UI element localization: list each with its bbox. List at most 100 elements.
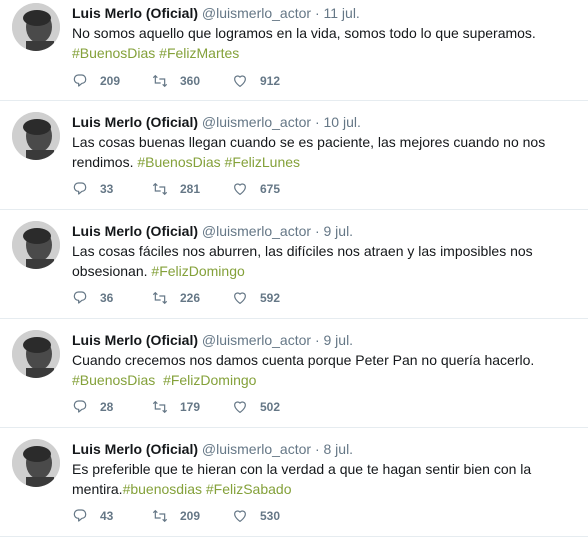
heart-icon [234,183,246,195]
tweet-item[interactable]: Luis Merlo (Oficial) @luismerlo_actor · … [0,101,588,210]
like-count: 530 [260,509,281,523]
tweet-date[interactable]: 9 jul. [324,332,354,348]
hashtag-link[interactable]: #BuenosDias [72,372,155,388]
tweet-actions: 33 281 675 [72,181,312,197]
reply-count: 33 [100,182,114,196]
reply-count: 43 [100,509,114,523]
tweet-text: Las cosas fáciles nos aburren, las difíc… [72,241,578,281]
author-name[interactable]: Luis Merlo (Oficial) [72,114,198,130]
tweet-date[interactable]: 9 jul. [324,223,354,239]
author-handle[interactable]: @luismerlo_actor [202,5,311,21]
like-button[interactable]: 912 [232,73,312,89]
tweet-text: No somos aquello que logramos en la vida… [72,23,578,63]
retweet-count: 209 [180,509,201,523]
retweet-icon [152,182,168,196]
retweet-count: 226 [180,291,201,305]
avatar[interactable] [12,330,60,378]
tweet-actions: 28 179 502 [72,399,312,415]
retweet-icon [152,74,168,88]
like-count: 912 [260,74,281,88]
avatar[interactable] [12,112,60,160]
like-button[interactable]: 592 [232,290,312,306]
heart-icon [234,510,246,522]
tweet-text: Las cosas buenas llegan cuando se es pac… [72,132,578,172]
tweet-actions: 209 360 912 [72,73,312,89]
tweet-header: Luis Merlo (Oficial) @luismerlo_actor · … [72,222,578,240]
tweet-text-segment: obsesionan. [72,263,152,279]
hashtag-link[interactable]: #FelizDomingo [151,263,244,279]
tweet-text-line: rendimos. #BuenosDias #FelizLunes [72,152,578,172]
tweet-content: Luis Merlo (Oficial) @luismerlo_actor · … [72,222,578,281]
tweet-text-line: #BuenosDias #FelizMartes [72,43,578,63]
reply-count: 36 [100,291,114,305]
hashtag-link[interactable]: #FelizLunes [225,154,301,170]
avatar[interactable] [12,3,60,51]
tweet-text-segment [155,372,163,388]
author-handle[interactable]: @luismerlo_actor [202,223,311,239]
retweet-icon [152,509,168,523]
retweet-button[interactable]: 360 [152,73,232,89]
author-name[interactable]: Luis Merlo (Oficial) [72,441,198,457]
tweet-item[interactable]: Luis Merlo (Oficial) @luismerlo_actor · … [0,319,588,428]
reply-count: 209 [100,74,121,88]
hashtag-link[interactable]: #FelizMartes [159,45,239,61]
retweet-button[interactable]: 209 [152,508,232,524]
retweet-button[interactable]: 226 [152,290,232,306]
like-count: 675 [260,182,281,196]
tweet-text: Cuando crecemos nos damos cuenta porque … [72,350,578,390]
tweet-item[interactable]: Luis Merlo (Oficial) @luismerlo_actor · … [0,0,588,101]
hashtag-link[interactable]: #buenosdias [123,481,202,497]
tweet-text-segment: Las cosas buenas llegan cuando se es pac… [72,134,546,150]
tweet-item[interactable]: Luis Merlo (Oficial) @luismerlo_actor · … [0,210,588,319]
author-handle[interactable]: @luismerlo_actor [202,114,311,130]
tweet-text-line: mentira.#buenosdias #FelizSabado [72,479,578,499]
author-name[interactable]: Luis Merlo (Oficial) [72,223,198,239]
author-name[interactable]: Luis Merlo (Oficial) [72,5,198,21]
tweet-text-line: Es preferible que te hieran con la verda… [72,459,578,479]
heart-icon [234,75,246,87]
tweet-content: Luis Merlo (Oficial) @luismerlo_actor · … [72,440,578,499]
author-name[interactable]: Luis Merlo (Oficial) [72,332,198,348]
tweet-timeline: Luis Merlo (Oficial) @luismerlo_actor · … [0,0,588,537]
author-handle[interactable]: @luismerlo_actor [202,332,311,348]
retweet-count: 179 [180,400,201,414]
like-button[interactable]: 530 [232,508,312,524]
hashtag-link[interactable]: #FelizDomingo [163,372,256,388]
like-button[interactable]: 502 [232,399,312,415]
tweet-text-segment: Cuando crecemos nos damos cuenta porque … [72,352,535,368]
retweet-count: 281 [180,182,201,196]
reply-button[interactable]: 43 [72,508,152,524]
avatar[interactable] [12,221,60,269]
reply-icon [73,291,87,304]
author-handle[interactable]: @luismerlo_actor [202,441,311,457]
tweet-header: Luis Merlo (Oficial) @luismerlo_actor · … [72,331,578,349]
hashtag-link[interactable]: #BuenosDias [72,45,155,61]
tweet-date[interactable]: 8 jul. [324,441,354,457]
retweet-button[interactable]: 281 [152,181,232,197]
tweet-text-line: Las cosas fáciles nos aburren, las difíc… [72,241,578,261]
tweet-date[interactable]: 10 jul. [324,114,361,130]
avatar[interactable] [12,439,60,487]
tweet-date[interactable]: 11 jul. [324,5,360,21]
separator-dot: · [314,223,320,239]
tweet-text-line: obsesionan. #FelizDomingo [72,261,578,281]
reply-button[interactable]: 36 [72,290,152,306]
heart-icon [234,292,246,304]
retweet-button[interactable]: 179 [152,399,232,415]
reply-icon [73,74,87,87]
tweet-item[interactable]: Luis Merlo (Oficial) @luismerlo_actor · … [0,428,588,537]
tweet-text-line: Las cosas buenas llegan cuando se es pac… [72,132,578,152]
tweet-header: Luis Merlo (Oficial) @luismerlo_actor · … [72,4,578,22]
hashtag-link[interactable]: #FelizSabado [206,481,292,497]
tweet-text-segment: No somos aquello que logramos en la vida… [72,25,536,41]
retweet-icon [152,291,168,305]
tweet-actions: 36 226 592 [72,290,312,306]
reply-icon [73,182,87,195]
hashtag-link[interactable]: #BuenosDias [137,154,220,170]
tweet-header: Luis Merlo (Oficial) @luismerlo_actor · … [72,440,578,458]
reply-button[interactable]: 28 [72,399,152,415]
reply-button[interactable]: 209 [72,73,152,89]
like-button[interactable]: 675 [232,181,312,197]
reply-button[interactable]: 33 [72,181,152,197]
tweet-text-segment: rendimos. [72,154,138,170]
